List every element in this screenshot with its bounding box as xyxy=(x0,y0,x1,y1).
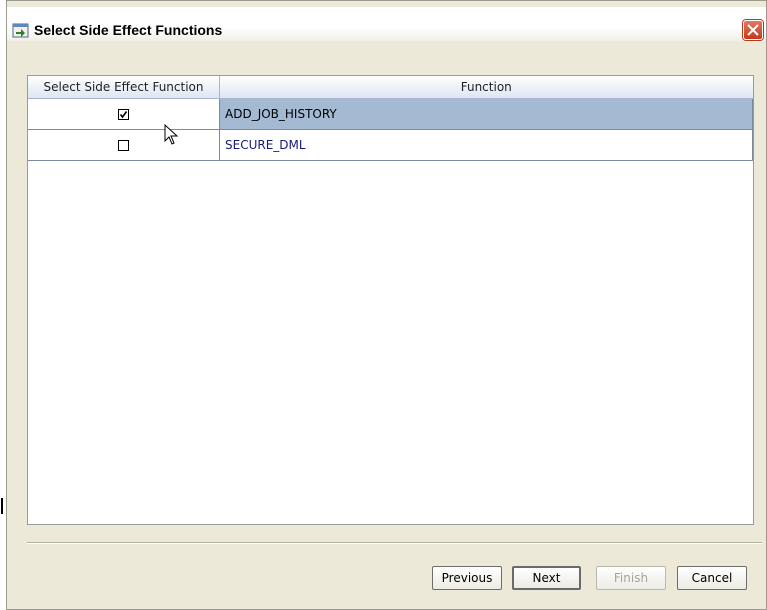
previous-button[interactable]: Previous xyxy=(432,566,502,590)
functions-table: Select Side Effect Function Function ADD… xyxy=(28,76,753,161)
functions-table-panel: Select Side Effect Function Function ADD… xyxy=(27,75,754,525)
close-button[interactable] xyxy=(743,20,763,40)
edge-mark xyxy=(1,498,3,514)
checkmark-icon xyxy=(119,111,128,119)
mouse-pointer-icon xyxy=(164,123,179,150)
dialog-title: Select Side Effect Functions xyxy=(34,22,223,38)
function-name-cell[interactable]: SECURE_DML xyxy=(219,129,753,161)
select-checkbox[interactable] xyxy=(118,109,129,120)
function-name-cell[interactable]: ADD_JOB_HISTORY xyxy=(219,98,753,130)
finish-button[interactable]: Finish xyxy=(596,566,666,590)
checkbox-cell xyxy=(28,129,220,161)
checkbox-cell xyxy=(28,98,220,130)
table-row[interactable]: ADD_JOB_HISTORY xyxy=(28,98,753,130)
cancel-button[interactable]: Cancel xyxy=(677,566,747,590)
button-separator xyxy=(27,542,762,544)
column-header-function[interactable]: Function xyxy=(219,76,753,99)
dialog-window: Select Side Effect Functions Select Side… xyxy=(6,0,767,610)
wizard-icon xyxy=(12,21,30,39)
title-bar[interactable]: Select Side Effect Functions xyxy=(7,7,766,41)
table-row[interactable]: SECURE_DML xyxy=(28,129,753,161)
column-header-select[interactable]: Select Side Effect Function xyxy=(28,76,220,99)
next-button[interactable]: Next xyxy=(512,566,581,590)
close-icon xyxy=(747,24,759,36)
select-checkbox[interactable] xyxy=(118,140,129,151)
table-header-row: Select Side Effect Function Function xyxy=(28,76,753,99)
